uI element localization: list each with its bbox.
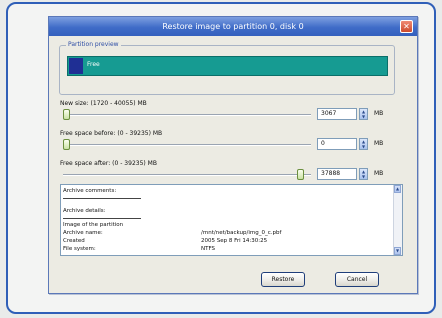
free-after-slider-thumb[interactable] xyxy=(296,169,304,180)
free-before-slider-track[interactable] xyxy=(63,144,311,146)
info-key-archive-name: Archive name: xyxy=(63,230,103,236)
info-value-file-system: NTFS xyxy=(201,246,216,252)
scroll-down-icon[interactable]: ▼ xyxy=(394,247,401,255)
info-key-created: Created xyxy=(63,238,85,244)
new-size-slider-track[interactable] xyxy=(63,114,311,116)
details-divider xyxy=(63,218,141,219)
spin-down-icon[interactable]: ▼ xyxy=(360,144,367,149)
image-heading: Image of the partition xyxy=(63,222,124,228)
scroll-up-icon[interactable]: ▲ xyxy=(394,185,401,193)
free-after-unit: MB xyxy=(374,170,384,177)
free-after-label: Free space after: (0 - 39235) MB xyxy=(60,160,157,167)
archive-info-panel[interactable]: Archive comments: Archive details: Image… xyxy=(60,184,403,256)
info-scrollbar[interactable]: ▲ ▼ xyxy=(393,185,402,255)
partition-preview-label: Partition preview xyxy=(66,40,121,50)
free-before-slider-thumb[interactable] xyxy=(63,139,70,150)
info-key-file-system: File system: xyxy=(63,246,96,252)
free-before-label: Free space before: (0 - 39235) MB xyxy=(60,130,163,137)
new-size-label: New size: (1720 - 40055) MB xyxy=(60,100,147,107)
title-bar: Restore image to partition 0, disk 0 ✕ xyxy=(49,17,417,36)
free-before-spinner[interactable]: ▲ ▼ xyxy=(359,138,368,150)
cancel-button[interactable]: Cancel xyxy=(335,272,379,287)
free-before-unit: MB xyxy=(374,140,384,147)
spin-down-icon[interactable]: ▼ xyxy=(360,174,367,179)
new-size-slider-thumb[interactable] xyxy=(63,109,70,120)
new-size-spinner[interactable]: ▲ ▼ xyxy=(359,108,368,120)
new-size-input[interactable]: 3067 xyxy=(317,108,357,120)
close-icon: ✕ xyxy=(403,22,410,31)
info-value-archive-name: /mnt/net/backup/img_0_c.pbf xyxy=(201,230,282,236)
partition-block xyxy=(69,58,83,74)
free-after-input[interactable]: 37888 xyxy=(317,168,357,180)
free-after-slider-track[interactable] xyxy=(63,174,311,176)
info-value-created: 2005 Sep 8 Fri 14:30:25 xyxy=(201,238,268,244)
partition-preview-group: Partition preview Free xyxy=(59,40,395,95)
free-before-input[interactable]: 0 xyxy=(317,138,357,150)
spin-down-icon[interactable]: ▼ xyxy=(360,114,367,119)
partition-preview-bar: Free xyxy=(67,56,388,76)
archive-comments-label: Archive comments: xyxy=(63,188,117,194)
comments-divider xyxy=(63,198,141,199)
archive-details-label: Archive details: xyxy=(63,208,106,214)
restore-dialog: Restore image to partition 0, disk 0 ✕ P… xyxy=(48,16,418,294)
close-button[interactable]: ✕ xyxy=(400,20,413,33)
free-after-spinner[interactable]: ▲ ▼ xyxy=(359,168,368,180)
restore-button[interactable]: Restore xyxy=(261,272,305,287)
new-size-unit: MB xyxy=(374,110,384,117)
partition-free-label: Free xyxy=(87,61,100,68)
window-title: Restore image to partition 0, disk 0 xyxy=(162,22,304,31)
